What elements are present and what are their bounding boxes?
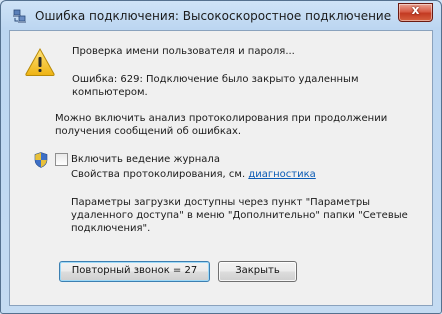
error-message-line2: компьютером. bbox=[72, 87, 148, 98]
uac-shield-icon bbox=[34, 152, 48, 168]
redial-button[interactable]: Повторный звонок = 27 bbox=[59, 261, 210, 282]
close-window-button[interactable]: x bbox=[398, 3, 433, 22]
logging-info-line2: получения сообщений об ошибках. bbox=[55, 126, 242, 137]
dialog-content: Проверка имени пользователя и пароля... … bbox=[9, 30, 433, 306]
diagnostics-link[interactable]: диагностика bbox=[248, 169, 315, 180]
params-info-line2: удаленного доступа" в меню "Дополнительн… bbox=[71, 210, 408, 221]
enable-logging-checkbox[interactable] bbox=[55, 153, 68, 166]
error-dialog-window: Ошибка подключения: Высокоскоростное под… bbox=[0, 0, 442, 314]
logging-properties-line: Свойства протоколирования, см. диагности… bbox=[71, 168, 316, 181]
close-icon: x bbox=[411, 3, 420, 17]
checking-credentials-text: Проверка имени пользователя и пароля... bbox=[72, 46, 295, 57]
network-connection-icon bbox=[13, 9, 26, 23]
params-info-line1: Параметры загрузки доступны через пункт … bbox=[71, 197, 371, 208]
title-bar[interactable]: Ошибка подключения: Высокоскоростное под… bbox=[1, 1, 441, 29]
logging-info-line1: Можно включить анализ протоколирования п… bbox=[55, 113, 388, 124]
params-info-line3: подключения". bbox=[71, 223, 151, 234]
close-button[interactable]: Закрыть bbox=[218, 261, 297, 282]
logging-properties-prefix: Свойства протоколирования, см. bbox=[71, 169, 246, 180]
enable-logging-label[interactable]: Включить ведение журнала bbox=[71, 153, 220, 166]
warning-icon bbox=[25, 47, 55, 76]
window-title: Ошибка подключения: Высокоскоростное под… bbox=[35, 9, 392, 23]
error-message-line1: Ошибка: 629: Подключение было закрыто уд… bbox=[72, 74, 359, 85]
